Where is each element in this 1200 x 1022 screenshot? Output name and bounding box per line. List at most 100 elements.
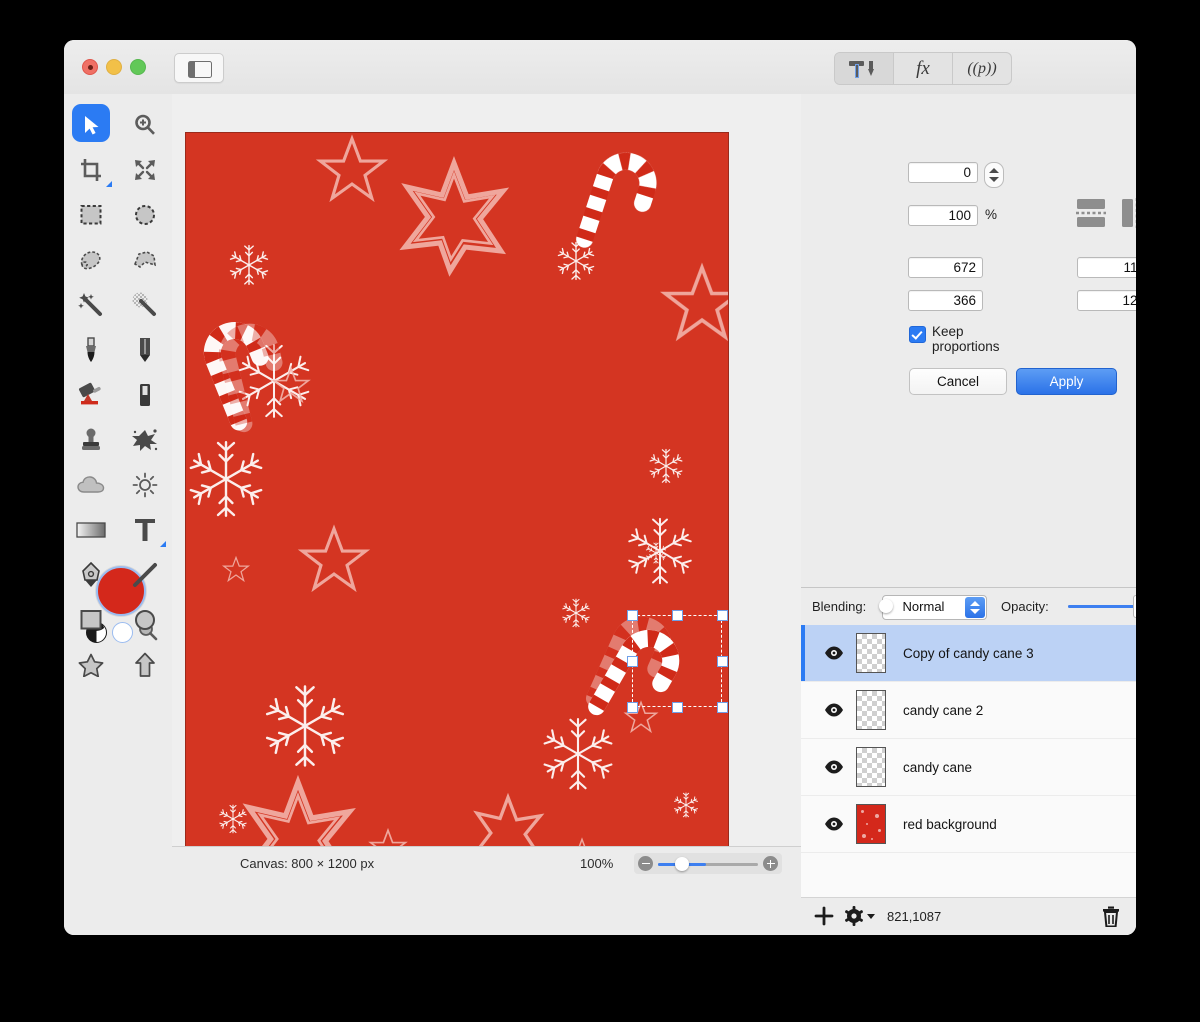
layer-list[interactable]: Copy of candy cane 3 candy cane 2 candy …	[801, 625, 1136, 898]
opacity-slider-fill	[1068, 605, 1136, 608]
smudge-splatter-icon	[132, 428, 158, 451]
dodge-tool[interactable]	[118, 462, 172, 507]
titlebar: Acorn holiday card.acorn fx ((p))	[64, 40, 1136, 118]
eraser-tool[interactable]	[118, 372, 172, 417]
layer-actions-gear-icon[interactable]	[843, 905, 877, 927]
layer-thumbnail	[856, 747, 886, 787]
blending-label: Blending:	[812, 599, 867, 614]
close-button[interactable]	[82, 59, 98, 75]
arrow-shape-tool[interactable]	[118, 642, 172, 687]
opacity-value-field[interactable]: 100%	[1133, 595, 1136, 618]
tool-options-inspector: Angle: Scale: % X: Width: Y:	[801, 94, 1136, 587]
sidebar-toggle-button[interactable]	[174, 53, 224, 83]
layer-name-label: candy cane	[903, 759, 973, 775]
hammer-pen-icon	[849, 59, 879, 79]
keep-proportions-checkbox-box	[909, 326, 926, 343]
crop-icon	[81, 158, 101, 181]
magic-wand-tool[interactable]	[64, 282, 118, 327]
blur-tool[interactable]	[64, 462, 118, 507]
layer-name-label: candy cane 2	[903, 702, 984, 718]
layer-visibility-toggle[interactable]	[823, 646, 845, 660]
handle-top-left[interactable]	[626, 609, 638, 621]
cancel-button[interactable]: Cancel	[909, 368, 1007, 395]
handle-bottom-left[interactable]	[626, 701, 638, 713]
layer-visibility-toggle[interactable]	[823, 703, 845, 717]
flip-horizontal-button[interactable]	[1118, 196, 1136, 230]
clone-stamp-tool[interactable]	[64, 417, 118, 462]
transform-tool[interactable]	[118, 147, 172, 192]
layer-thumbnail	[856, 633, 886, 673]
polygon-lasso-tool[interactable]	[118, 237, 172, 282]
filters-segment[interactable]: fx	[893, 53, 952, 84]
opacity-slider[interactable]	[1068, 605, 1136, 608]
handle-middle-left[interactable]	[626, 655, 638, 667]
scale-unit-label: %	[985, 207, 998, 222]
rectangular-selection-tool[interactable]	[64, 192, 118, 237]
zoom-slider-knob[interactable]	[675, 857, 689, 871]
angle-stepper-icon[interactable]	[984, 162, 1004, 188]
scale-input[interactable]	[908, 205, 978, 226]
blending-mode-select[interactable]: Normal	[882, 595, 987, 620]
zoom-tool[interactable]	[118, 102, 172, 147]
canvas-area: Canvas: 800 × 1200 px 100%	[172, 94, 802, 881]
zoom-in-icon[interactable]	[763, 856, 778, 871]
handle-top-center[interactable]	[671, 609, 683, 621]
elliptical-selection-tool[interactable]	[118, 192, 172, 237]
angle-input[interactable]	[908, 162, 978, 183]
blending-mode-value: Normal	[902, 599, 945, 614]
zoom-slider-control[interactable]	[634, 853, 782, 874]
image-canvas[interactable]	[185, 132, 729, 847]
delete-layer-trash-icon[interactable]	[1101, 906, 1121, 927]
tool-options-segment[interactable]	[835, 53, 893, 84]
lasso-tool[interactable]	[64, 237, 118, 282]
layer-visibility-toggle[interactable]	[823, 760, 845, 774]
handle-bottom-right[interactable]	[716, 701, 728, 713]
star-shape-tool[interactable]	[64, 642, 118, 687]
y-input[interactable]	[908, 290, 983, 311]
paint-bucket-tool[interactable]	[64, 372, 118, 417]
minimize-button[interactable]	[106, 59, 122, 75]
x-input[interactable]	[908, 257, 983, 278]
layer-row-copy-of-candy-cane-3[interactable]: Copy of candy cane 3	[801, 625, 1136, 682]
transform-selection-rect[interactable]	[632, 615, 722, 707]
background-color-swatch[interactable]	[112, 622, 133, 643]
layer-row-candy-cane[interactable]: candy cane	[801, 739, 1136, 796]
width-input[interactable]	[1077, 257, 1136, 278]
handle-middle-right[interactable]	[716, 655, 728, 667]
clone-stamp-icon	[82, 428, 100, 450]
handle-bottom-center[interactable]	[671, 701, 683, 713]
crop-tool[interactable]	[64, 147, 118, 192]
canvas-scroll-view[interactable]	[177, 94, 801, 847]
layer-row-candy-cane-2[interactable]: candy cane 2	[801, 682, 1136, 739]
opacity-slider-knob[interactable]	[879, 599, 893, 613]
text-tool[interactable]	[118, 507, 172, 552]
star-icon	[78, 653, 104, 677]
zoom-out-icon[interactable]	[638, 856, 653, 871]
layer-row-red-background[interactable]: red background	[801, 796, 1136, 853]
eye-icon	[825, 646, 843, 660]
keep-proportions-label: Keep proportions	[932, 324, 1000, 354]
gradient-tool[interactable]	[64, 507, 118, 552]
zoom-button[interactable]	[130, 59, 146, 75]
flip-vertical-button[interactable]	[1072, 196, 1110, 230]
brush-tool[interactable]	[64, 327, 118, 372]
presets-segment[interactable]: ((p))	[952, 53, 1011, 84]
smudge-tool[interactable]	[118, 417, 172, 462]
sidebar-toggle-icon	[188, 61, 212, 78]
lasso-icon	[80, 250, 101, 269]
pencil-tool[interactable]	[118, 327, 172, 372]
layer-visibility-toggle[interactable]	[823, 817, 845, 831]
arrow-shape-icon	[135, 652, 155, 677]
handle-top-right[interactable]	[716, 609, 728, 621]
zoom-level-label: 100%	[580, 856, 614, 871]
add-layer-icon[interactable]	[813, 905, 835, 927]
p-parentheses-icon: ((p))	[967, 59, 997, 77]
layer-name-label: Copy of candy cane 3	[903, 645, 1034, 661]
height-input[interactable]	[1077, 290, 1136, 311]
layer-options-bar: Blending: Normal Opacity: 100%	[801, 588, 1136, 626]
pencil-icon	[140, 337, 150, 362]
move-tool[interactable]	[64, 102, 118, 147]
apply-button[interactable]: Apply	[1016, 368, 1117, 395]
zoom-slider-track[interactable]	[658, 862, 758, 866]
instant-alpha-tool[interactable]	[118, 282, 172, 327]
